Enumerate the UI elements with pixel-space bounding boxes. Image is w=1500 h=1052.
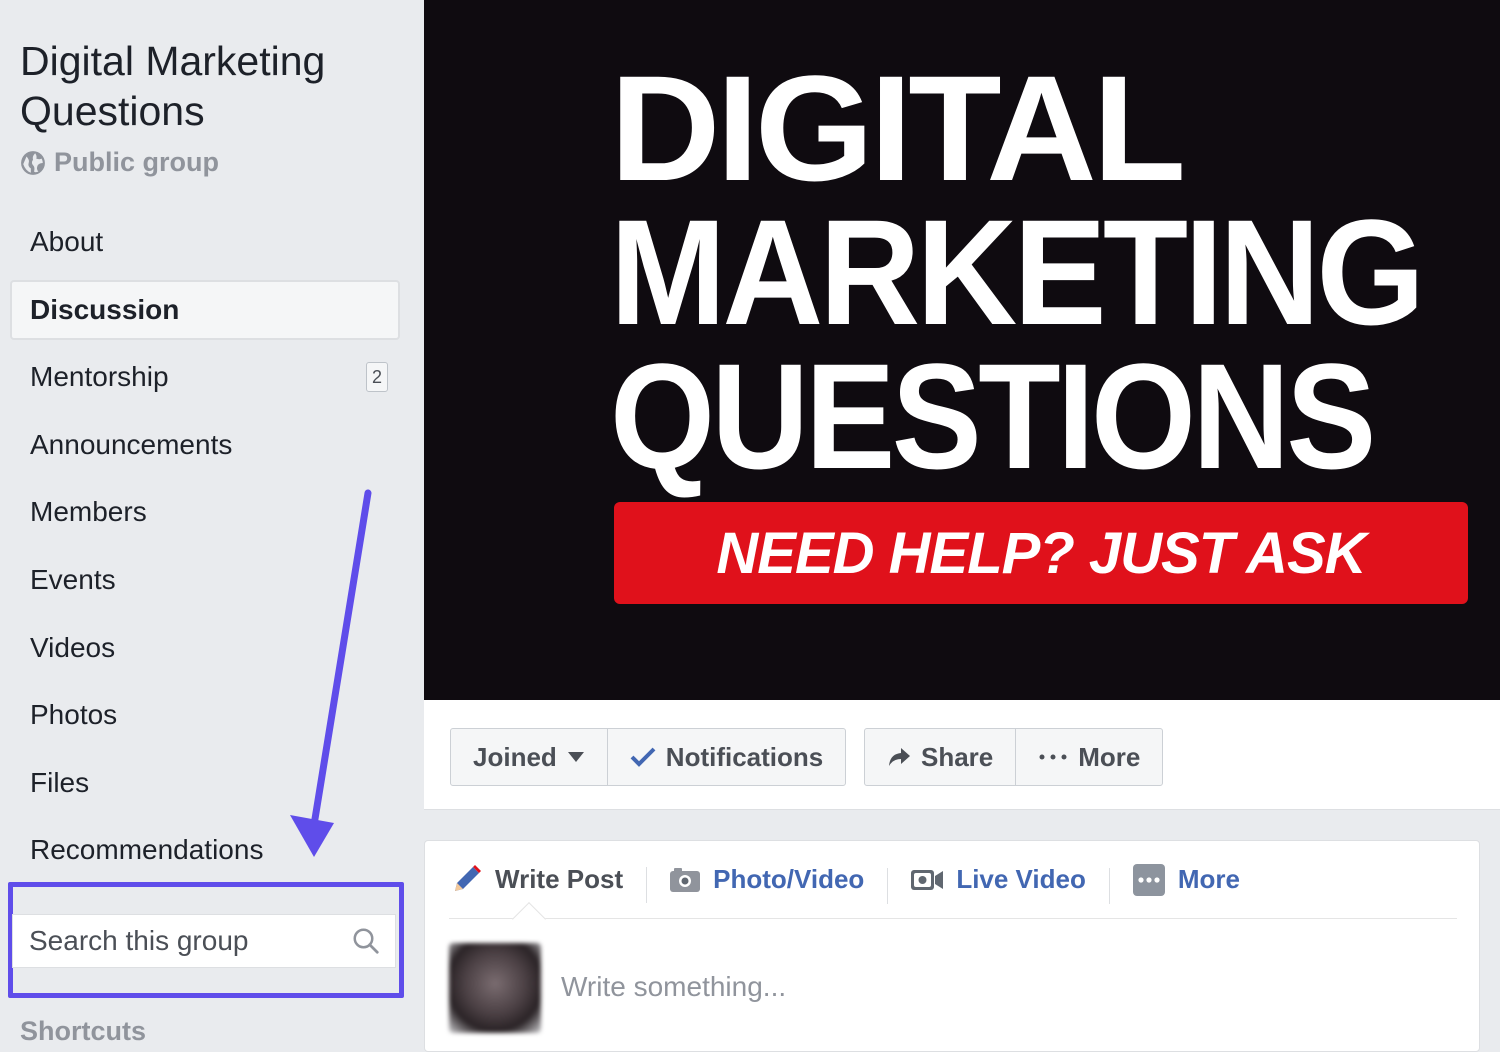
group-search-box[interactable] bbox=[12, 914, 396, 968]
sidebar-item-label: Recommendations bbox=[30, 834, 264, 866]
cover-tagline-band: NEED HELP? JUST ASK bbox=[614, 502, 1468, 604]
tab-label: Live Video bbox=[956, 864, 1086, 894]
video-camera-icon bbox=[911, 869, 944, 890]
annotation-arrow-icon bbox=[290, 489, 372, 857]
sidebar-item-discussion[interactable]: Discussion bbox=[10, 279, 400, 340]
group-action-bar: Joined Notifications Share More bbox=[424, 700, 1500, 810]
count-badge: 2 bbox=[366, 362, 388, 393]
tab-label: More bbox=[1177, 864, 1241, 894]
sidebar-item-label: About bbox=[30, 226, 104, 257]
tab-photo-video[interactable]: Photo/Video bbox=[669, 864, 889, 904]
ellipsis-icon bbox=[1039, 754, 1067, 760]
pencil-icon bbox=[455, 864, 481, 891]
search-icon[interactable] bbox=[351, 926, 381, 956]
share-button[interactable]: Share bbox=[865, 729, 1015, 785]
sidebar-item-label: Members bbox=[30, 496, 147, 528]
share-arrow-icon bbox=[889, 748, 910, 766]
sidebar-item-mentorship[interactable]: Mentorship 2 bbox=[10, 347, 400, 407]
more-ellipsis-box-icon bbox=[1132, 863, 1165, 896]
tab-live-video[interactable]: Live Video bbox=[910, 864, 1110, 904]
group-title[interactable]: Digital Marketing Questions bbox=[20, 36, 410, 136]
cover-tagline: NEED HELP? JUST ASK bbox=[716, 520, 1366, 586]
avatar[interactable] bbox=[449, 943, 541, 1033]
membership-button-group: Joined Notifications bbox=[450, 728, 847, 786]
joined-label: Joined bbox=[473, 741, 557, 772]
composer-tabs: Write Post Photo/Video Live Video More bbox=[449, 841, 1457, 919]
sidebar-item-about[interactable]: About bbox=[10, 212, 400, 272]
post-composer: Write Post Photo/Video Live Video More W… bbox=[424, 840, 1480, 1052]
search-input[interactable] bbox=[29, 925, 329, 957]
notifications-button[interactable]: Notifications bbox=[606, 729, 845, 785]
tab-more[interactable]: More bbox=[1132, 863, 1264, 897]
sidebar-item-label: Mentorship bbox=[30, 361, 169, 393]
sidebar-item-label: Files bbox=[30, 766, 90, 798]
shortcuts-heading: Shortcuts bbox=[20, 1016, 147, 1046]
sidebar-item-label: Events bbox=[30, 563, 116, 595]
more-button[interactable]: More bbox=[1015, 729, 1162, 785]
share-label: Share bbox=[921, 741, 994, 772]
checkmark-icon bbox=[630, 747, 656, 767]
tab-label: Write Post bbox=[495, 864, 624, 894]
composer-input[interactable] bbox=[561, 971, 1161, 1003]
privacy-label: Public group bbox=[54, 147, 219, 177]
camera-icon bbox=[670, 867, 701, 892]
sidebar-item-label: Videos bbox=[30, 631, 116, 663]
cover-photo[interactable]: DIGITAL MARKETING QUESTIONS NEED HELP? J… bbox=[424, 0, 1500, 700]
joined-button[interactable]: Joined bbox=[451, 729, 607, 785]
caret-down-icon bbox=[567, 752, 584, 762]
sidebar-item-label: Announcements bbox=[30, 428, 233, 460]
cover-title-line: QUESTIONS bbox=[610, 332, 1376, 500]
notifications-label: Notifications bbox=[665, 741, 824, 772]
sidebar-item-label: Discussion bbox=[30, 293, 180, 325]
tab-label: Photo/Video bbox=[713, 864, 865, 894]
sidebar-item-label: Photos bbox=[30, 699, 118, 731]
tab-write-post[interactable]: Write Post bbox=[449, 863, 648, 903]
more-label: More bbox=[1078, 741, 1141, 772]
sidebar-item-announcements[interactable]: Announcements bbox=[10, 415, 400, 475]
share-button-group: Share More bbox=[864, 728, 1164, 786]
group-privacy: Public group bbox=[20, 147, 219, 178]
globe-icon bbox=[21, 150, 45, 175]
